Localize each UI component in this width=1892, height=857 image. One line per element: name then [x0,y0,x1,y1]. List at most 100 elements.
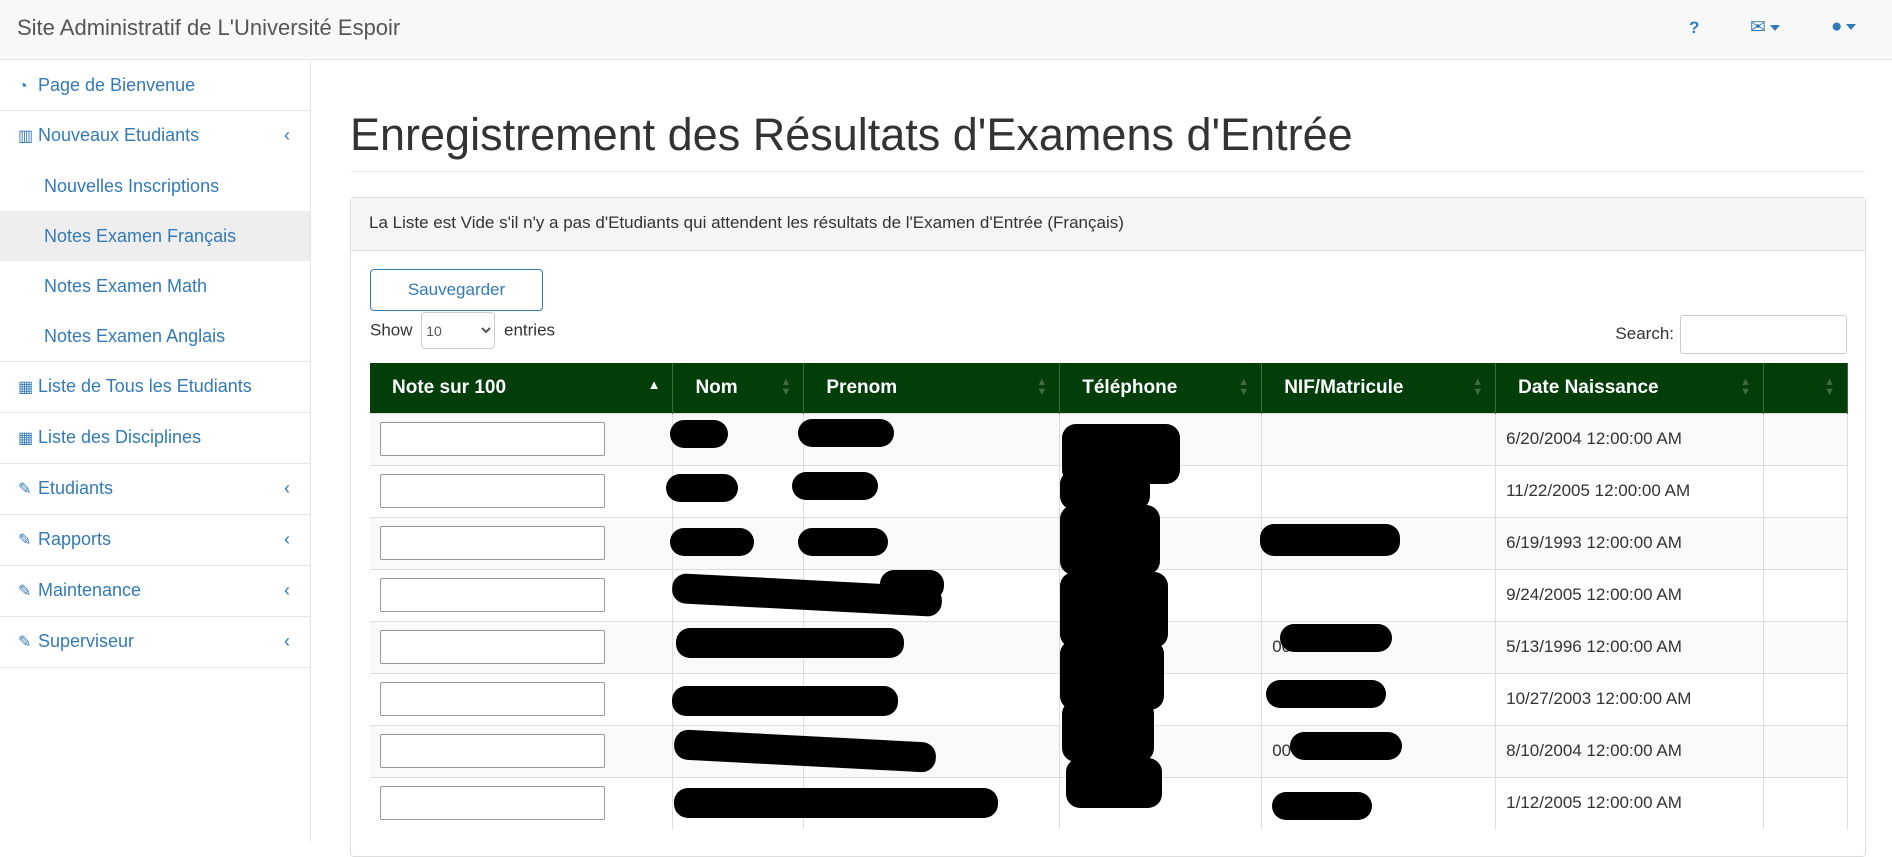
nif-cell [1261,412,1497,465]
site-brand[interactable]: Site Administratif de L'Université Espoi… [17,15,400,41]
sort-icon: ▲ ▼ [780,376,792,398]
sort-icon: ▲ ▼ [1238,376,1250,398]
panel-heading: La Liste est Vide s'il n'y a pas d'Etudi… [351,198,1865,251]
column-header-label: NIF/Matricule [1284,376,1404,398]
nif-cell [1261,464,1497,517]
column-header-label: Date Naissance [1518,376,1659,398]
note-input[interactable] [380,578,605,612]
column-header-label: Nom [695,376,738,398]
sidebar-item-label: Page de Bienvenue [38,75,196,95]
note-input[interactable] [380,786,605,821]
show-label: Show [370,320,413,340]
redaction-mark [676,628,904,658]
date-naissance-cell: 6/19/1993 12:00:00 AM [1495,516,1764,569]
note-input[interactable] [380,474,605,508]
entries-label: entries [504,320,556,340]
redaction-mark [1066,758,1162,808]
sidebar: ◔ Page de Bienvenue ▥ Nouveaux Etudiants ‹ … [0,61,311,842]
column-header-telephone[interactable]: Téléphone ▲ ▼ [1059,363,1263,413]
sidebar-subitem-notes-math[interactable]: Notes Examen Math [0,261,310,311]
sidebar-item-disciplines[interactable]: ▦ Liste des Disciplines [0,413,310,464]
chevron-left-icon: ‹ [284,580,290,600]
note-input[interactable] [380,734,605,768]
sidebar-subitem-notes-anglais[interactable]: Notes Examen Anglais [0,311,310,361]
search-label: Search: [1615,323,1674,343]
note-cell [370,568,674,621]
date-naissance-cell: 9/24/2005 12:00:00 AM [1495,568,1764,621]
redaction-mark [1272,792,1372,820]
sort-asc-icon: ▲ [647,377,661,392]
redaction-mark [1266,680,1386,708]
sidebar-item-label: Liste des Disciplines [38,427,202,447]
wrench-icon: ✎ [18,634,32,651]
column-header-prenom[interactable]: Prenom ▲ ▼ [803,363,1061,413]
note-cell [370,672,674,725]
wrench-icon: ✎ [18,481,32,498]
note-input[interactable] [380,526,605,560]
date-naissance-cell: 11/22/2005 12:00:00 AM [1495,464,1764,517]
sort-icon: ▲ ▼ [1740,376,1751,398]
sort-icon: ▲ ▼ [1472,376,1484,398]
column-header-nif[interactable]: NIF/Matricule ▲ ▼ [1261,363,1497,413]
sidebar-subitem-inscriptions[interactable]: Nouvelles Inscriptions [0,161,310,211]
sidebar-item-etudiants[interactable]: ✎ Etudiants ‹ [0,464,310,515]
page-length-select[interactable]: 10 [421,312,496,349]
table-icon: ▦ [18,379,34,396]
top-navbar: Site Administratif de L'Université Espoi… [0,0,1892,60]
sidebar-item-superviseur[interactable]: ✎ Superviseur ‹ [0,617,310,668]
table-header-row: Note sur 100 ▲ Nom ▲ ▼ Prenom ▲ ▼ Téléphone ▲ ▼… [370,363,1849,413]
note-cell [370,776,674,829]
search-input[interactable] [1680,315,1847,354]
sort-icon: ▲ ▼ [1036,376,1048,398]
save-button[interactable]: Sauvegarder [370,269,543,311]
sidebar-item-label: Superviseur [38,631,135,651]
help-icon[interactable]: ? [1689,18,1699,38]
date-naissance-cell: 6/20/2004 12:00:00 AM [1495,412,1764,465]
chevron-left-icon: ‹ [284,529,290,549]
note-input[interactable] [380,682,605,716]
redaction-mark [670,528,754,556]
redaction-mark [666,474,738,502]
date-naissance-cell: 8/10/2004 12:00:00 AM [1495,724,1764,777]
redaction-mark [1060,572,1168,648]
sidebar-subitem-notes-francais[interactable]: Notes Examen Français [0,211,310,261]
sidebar-item-rapports[interactable]: ✎ Rapports ‹ [0,515,310,566]
extra-cell [1763,568,1849,621]
extra-cell [1763,776,1849,829]
chevron-left-icon: ‹ [284,125,290,145]
table-icon: ▦ [18,430,34,447]
redaction-mark [1280,624,1392,652]
sidebar-item-all-students[interactable]: ▦ Liste de Tous les Etudiants [0,362,310,413]
sidebar-item-label: Nouveaux Etudiants [38,125,200,145]
redaction-mark [672,686,898,716]
note-input[interactable] [380,630,605,664]
sidebar-item-new-students[interactable]: ▥ Nouveaux Etudiants ‹ [0,111,310,161]
nif-cell [1261,568,1497,621]
sidebar-item-welcome[interactable]: ◔ Page de Bienvenue [0,61,310,111]
extra-cell [1763,672,1849,725]
column-header-label: Note sur 100 [392,376,507,398]
chevron-left-icon: ‹ [284,478,290,498]
sidebar-item-label: Maintenance [38,580,142,600]
column-header-nom[interactable]: Nom ▲ ▼ [672,363,805,413]
redaction-mark [1290,732,1402,760]
note-input[interactable] [380,422,605,456]
column-header-note[interactable]: Note sur 100 ▲ [370,363,674,413]
caret-down-icon [1846,23,1857,30]
column-header-extra[interactable]: ▲ ▼ [1763,363,1849,413]
mail-dropdown[interactable]: ✉ [1750,16,1780,39]
page-title: Enregistrement des Résultats d'Examens d… [350,109,1353,160]
title-divider [350,171,1866,172]
sidebar-item-maintenance[interactable]: ✎ Maintenance ‹ [0,566,310,617]
column-header-date-naissance[interactable]: Date Naissance ▲ ▼ [1495,363,1764,413]
user-dropdown[interactable]: ● [1831,16,1857,38]
date-naissance-cell: 10/27/2003 12:00:00 AM [1495,672,1764,725]
redaction-mark [798,419,894,447]
note-cell [370,412,674,465]
caret-down-icon [1769,24,1780,31]
extra-cell [1763,724,1849,777]
dashboard-icon: ◔ [18,78,28,95]
redaction-mark [1060,505,1160,575]
note-cell [370,464,674,517]
note-cell [370,516,674,569]
